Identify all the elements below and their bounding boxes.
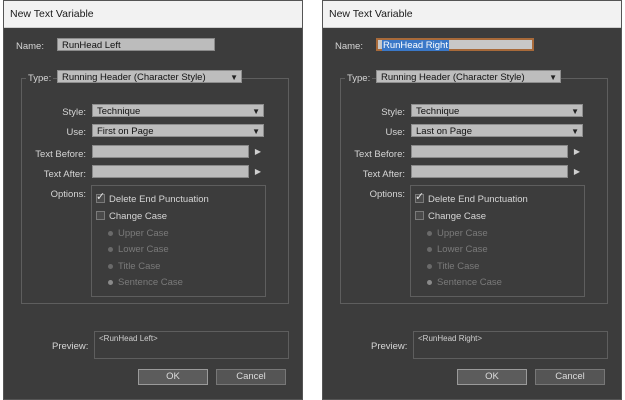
upper-case-label: Upper Case: [118, 228, 169, 239]
arrow-right-icon[interactable]: ▶: [573, 167, 581, 176]
options-label: Options:: [50, 189, 86, 200]
style-value: Technique: [416, 106, 460, 117]
new-text-variable-dialog-left: New Text Variable Name: RunHead Left Typ…: [3, 0, 303, 400]
name-field[interactable]: RunHead Left: [57, 38, 215, 51]
change-case-checkbox[interactable]: [96, 211, 105, 220]
type-label: Type:: [26, 73, 54, 84]
name-value-selected: RunHead Right: [382, 40, 449, 51]
lower-case-radio[interactable]: [108, 247, 113, 252]
preview-box: <RunHead Right>: [413, 331, 608, 359]
title-case-radio[interactable]: [427, 264, 432, 269]
text-before-label: Text Before:: [354, 149, 405, 160]
checkmark-icon: ✓: [415, 191, 425, 203]
cancel-button[interactable]: Cancel: [535, 369, 605, 385]
style-label: Style:: [381, 107, 405, 118]
text-after-label: Text After:: [362, 169, 405, 180]
cancel-button[interactable]: Cancel: [216, 369, 286, 385]
chevron-down-icon: ▼: [252, 107, 260, 116]
preview-label: Preview:: [371, 341, 408, 352]
style-label: Style:: [62, 107, 86, 118]
change-case-checkbox[interactable]: [415, 211, 424, 220]
sentence-case-radio[interactable]: [108, 280, 113, 285]
use-dropdown[interactable]: First on Page ▼: [92, 124, 264, 137]
dialog-title: New Text Variable: [4, 1, 302, 28]
text-before-field[interactable]: [92, 145, 249, 158]
sentence-case-label: Sentence Case: [118, 277, 183, 288]
title-case-label: Title Case: [437, 261, 480, 272]
delete-end-punctuation-label: Delete End Punctuation: [428, 194, 528, 205]
preview-box: <RunHead Left>: [94, 331, 289, 359]
new-text-variable-dialog-right: New Text Variable Name: RunHead Right Ty…: [322, 0, 622, 400]
lower-case-radio[interactable]: [427, 247, 432, 252]
type-value: Running Header (Character Style): [381, 72, 525, 83]
name-label: Name:: [335, 41, 363, 52]
arrow-right-icon[interactable]: ▶: [254, 147, 262, 156]
upper-case-radio[interactable]: [427, 231, 432, 236]
text-after-label: Text After:: [43, 169, 86, 180]
text-before-field[interactable]: [411, 145, 568, 158]
change-case-label: Change Case: [109, 211, 168, 222]
type-dropdown[interactable]: Running Header (Character Style) ▼: [376, 70, 561, 83]
title-case-radio[interactable]: [108, 264, 113, 269]
chevron-down-icon: ▼: [252, 127, 260, 136]
type-value: Running Header (Character Style): [62, 72, 206, 83]
use-label: Use:: [385, 127, 405, 138]
text-after-field[interactable]: [92, 165, 249, 178]
use-dropdown[interactable]: Last on Page ▼: [411, 124, 583, 137]
upper-case-label: Upper Case: [437, 228, 488, 239]
arrow-right-icon[interactable]: ▶: [573, 147, 581, 156]
style-dropdown[interactable]: Technique ▼: [411, 104, 583, 117]
use-value: Last on Page: [416, 126, 472, 137]
ok-button[interactable]: OK: [457, 369, 527, 385]
preview-label: Preview:: [52, 341, 89, 352]
chevron-down-icon: ▼: [549, 73, 557, 82]
name-field[interactable]: RunHead Right: [376, 38, 534, 51]
upper-case-radio[interactable]: [108, 231, 113, 236]
ok-button[interactable]: OK: [138, 369, 208, 385]
chevron-down-icon: ▼: [571, 107, 579, 116]
lower-case-label: Lower Case: [118, 244, 169, 255]
delete-end-punctuation-label: Delete End Punctuation: [109, 194, 209, 205]
lower-case-label: Lower Case: [437, 244, 488, 255]
change-case-label: Change Case: [428, 211, 487, 222]
dialog-title: New Text Variable: [323, 1, 621, 28]
options-label: Options:: [369, 189, 405, 200]
type-dropdown[interactable]: Running Header (Character Style) ▼: [57, 70, 242, 83]
arrow-right-icon[interactable]: ▶: [254, 167, 262, 176]
chevron-down-icon: ▼: [571, 127, 579, 136]
checkmark-icon: ✓: [96, 191, 106, 203]
style-value: Technique: [97, 106, 141, 117]
sentence-case-radio[interactable]: [427, 280, 432, 285]
title-case-label: Title Case: [118, 261, 161, 272]
text-before-label: Text Before:: [35, 149, 86, 160]
name-label: Name:: [16, 41, 44, 52]
use-value: First on Page: [97, 126, 154, 137]
type-label: Type:: [345, 73, 373, 84]
sentence-case-label: Sentence Case: [437, 277, 502, 288]
use-label: Use:: [66, 127, 86, 138]
chevron-down-icon: ▼: [230, 73, 238, 82]
style-dropdown[interactable]: Technique ▼: [92, 104, 264, 117]
text-after-field[interactable]: [411, 165, 568, 178]
